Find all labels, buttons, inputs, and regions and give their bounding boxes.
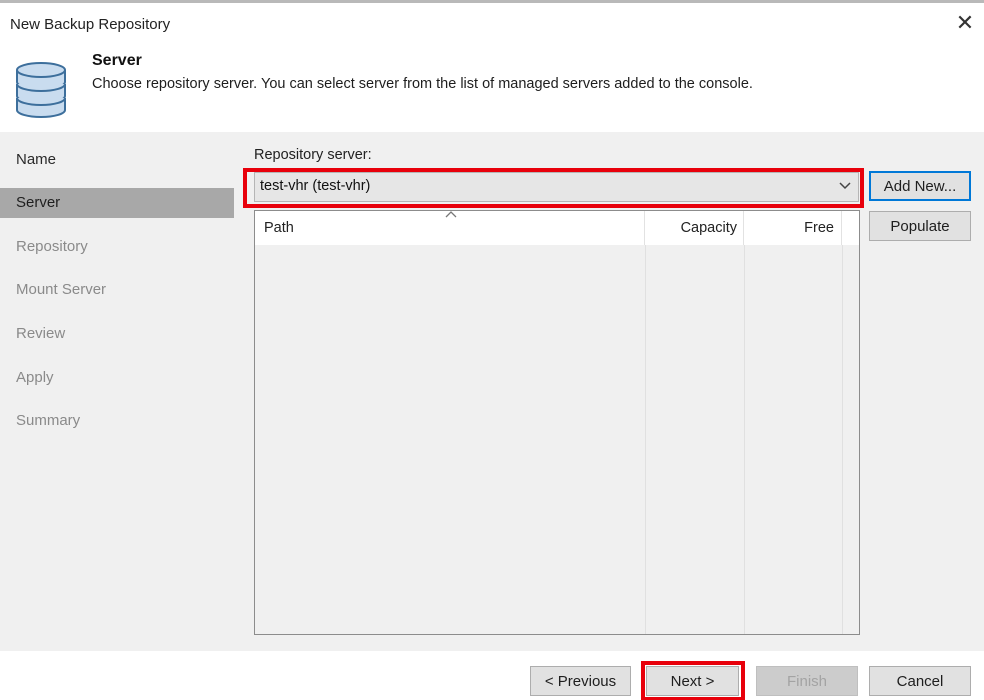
nav-step-server[interactable]: Server: [0, 188, 234, 218]
column-path-label: Path: [264, 220, 294, 236]
finish-button[interactable]: Finish: [756, 666, 858, 696]
repository-server-value: test-vhr (test-vhr): [260, 178, 371, 194]
nav-step-mount-server[interactable]: Mount Server: [0, 275, 234, 305]
database-icon: [16, 62, 66, 118]
wizard-steps-nav: Name Server Repository Mount Server Revi…: [0, 132, 234, 651]
nav-step-name[interactable]: Name: [0, 145, 234, 175]
column-divider: [645, 245, 646, 634]
populate-button[interactable]: Populate: [869, 211, 971, 241]
nav-step-repository[interactable]: Repository: [0, 232, 234, 262]
column-divider: [842, 245, 843, 634]
sort-ascending-icon: [445, 211, 457, 218]
wizard-footer: < Previous Next > Finish Cancel: [0, 651, 984, 700]
server-step-content: Repository server: test-vhr (test-vhr) A…: [235, 132, 984, 651]
chevron-down-icon: [839, 182, 851, 190]
wizard-body: Name Server Repository Mount Server Revi…: [0, 132, 984, 651]
add-new-server-button[interactable]: Add New...: [869, 171, 971, 201]
column-header-path[interactable]: Path: [255, 211, 645, 245]
window-title: New Backup Repository: [10, 16, 171, 33]
nav-step-review[interactable]: Review: [0, 319, 234, 349]
nav-step-apply[interactable]: Apply: [0, 363, 234, 393]
column-header-capacity[interactable]: Capacity: [645, 211, 744, 245]
step-header: Server Choose repository server. You can…: [0, 44, 984, 132]
table-header: Path Capacity Free: [255, 211, 859, 245]
repository-server-label: Repository server:: [254, 147, 372, 163]
close-icon[interactable]: ✕: [954, 12, 976, 34]
repository-server-dropdown[interactable]: test-vhr (test-vhr): [254, 172, 859, 202]
column-divider: [744, 245, 745, 634]
nav-step-summary[interactable]: Summary: [0, 406, 234, 436]
next-button[interactable]: Next >: [646, 666, 739, 696]
step-title: Server: [92, 52, 142, 69]
new-backup-repository-dialog: New Backup Repository ✕ Server Choose re…: [0, 0, 984, 700]
column-header-free[interactable]: Free: [744, 211, 842, 245]
volumes-table[interactable]: Path Capacity Free: [254, 210, 860, 635]
step-description: Choose repository server. You can select…: [92, 76, 753, 92]
cancel-button[interactable]: Cancel: [869, 666, 971, 696]
previous-button[interactable]: < Previous: [530, 666, 631, 696]
title-bar: New Backup Repository ✕: [0, 6, 984, 44]
